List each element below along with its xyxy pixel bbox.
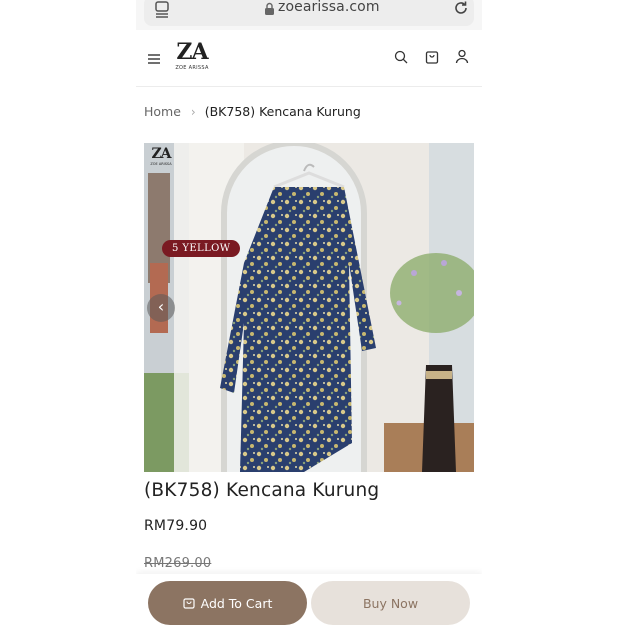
product-title: (BK758) Kencana Kurung [144, 480, 380, 501]
photo-logo-text: ZOE ARISSA [150, 162, 172, 166]
user-icon[interactable] [455, 49, 469, 64]
lock-icon [265, 2, 274, 15]
bag-icon [183, 598, 195, 609]
phone-screen: zoearissa.com ZA ZOE ARISSA Home › (BK75… [136, 0, 482, 640]
add-to-cart-button[interactable]: Add To Cart [148, 581, 307, 625]
search-icon[interactable] [394, 50, 408, 64]
reload-icon[interactable] [452, 0, 470, 17]
variant-badge: 5 YELLOW [162, 240, 241, 257]
breadcrumb-separator-icon: › [190, 105, 196, 119]
photo-watermark-logo: ZA ZOE ARISSA [150, 146, 172, 167]
price-original: RM269.00 [144, 556, 212, 571]
url-text[interactable]: zoearissa.com [278, 0, 380, 15]
breadcrumb: Home › (BK758) Kencana Kurung [144, 104, 361, 119]
bag-icon[interactable] [425, 49, 439, 64]
product-image[interactable]: ZA ZOE ARISSA 5 YELLOW ‹ [144, 143, 474, 472]
browser-bar: zoearissa.com [136, 0, 482, 30]
price-current: RM79.90 [144, 518, 208, 534]
tabs-icon[interactable] [154, 0, 170, 18]
product-photo [144, 143, 474, 472]
breadcrumb-home[interactable]: Home [144, 104, 181, 119]
bottom-action-bar: Add To Cart Buy Now [136, 574, 482, 640]
breadcrumb-current: (BK758) Kencana Kurung [204, 104, 361, 119]
add-to-cart-label: Add To Cart [200, 595, 273, 611]
site-header: ZA ZOE ARISSA [136, 30, 482, 87]
photo-logo-mark: ZA [151, 146, 171, 162]
logo-text: ZOE ARISSA [175, 65, 209, 71]
menu-icon[interactable] [148, 54, 160, 64]
buy-now-button[interactable]: Buy Now [311, 581, 470, 625]
logo-mark: ZA [176, 39, 208, 65]
site-logo[interactable]: ZA ZOE ARISSA [172, 40, 212, 78]
prev-image-arrow-icon[interactable]: ‹ [147, 294, 175, 322]
address-bar[interactable]: zoearissa.com [144, 0, 474, 26]
